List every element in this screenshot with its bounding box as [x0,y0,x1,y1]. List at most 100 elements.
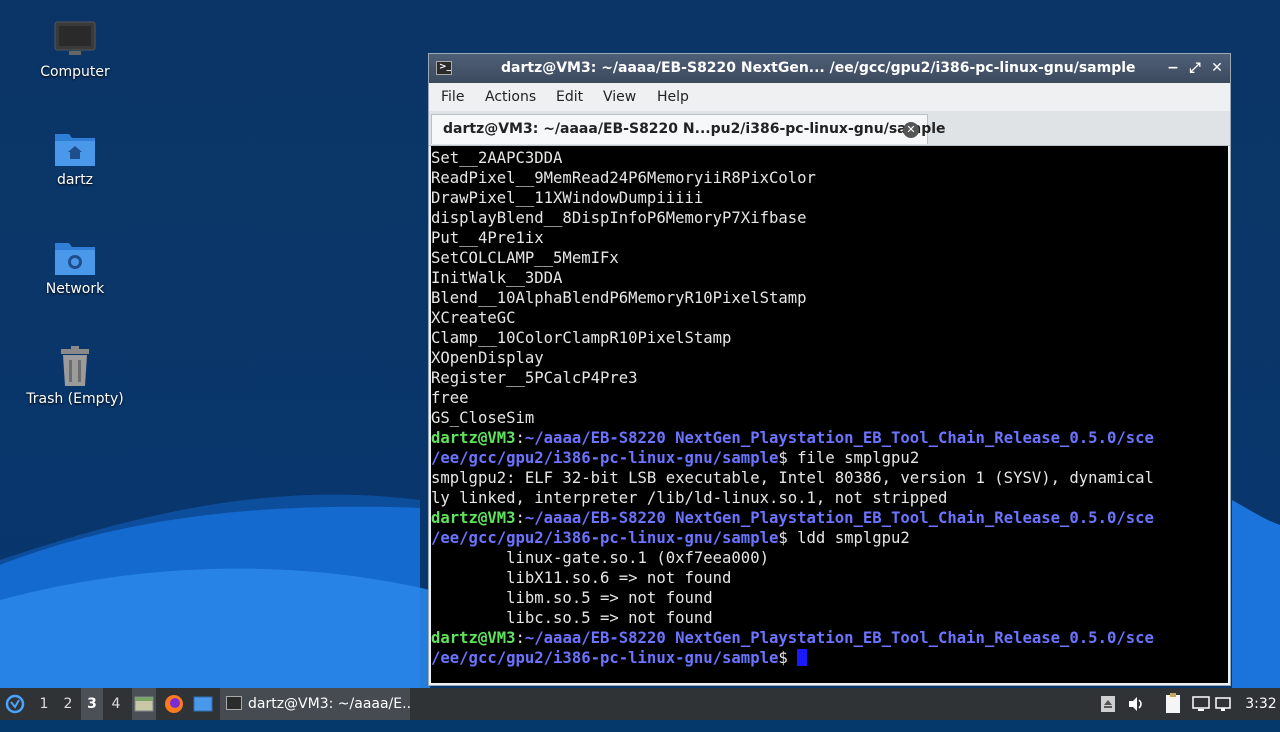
output-line: Blend__10AlphaBlendP6MemoryR10PixelStamp [431,289,807,307]
desktop-icon-label: Trash (Empty) [26,391,124,407]
output-line: linux-gate.so.1 (0xf7eea000) [431,549,769,567]
prompt-line: /ee/gcc/gpu2/i386-pc-linux-gnu/sample$ l… [431,528,1228,548]
terminal-task-icon [226,696,242,710]
taskbar: 1 2 3 4 dartz@VM3: ~/aaaa/E... 3:32 [0,688,1280,720]
clipboard-icon [1166,693,1180,713]
desktop-icon-label: Computer [40,64,110,80]
menu-file[interactable]: File [441,89,464,105]
desktop-icon-computer[interactable]: Computer [15,20,135,80]
prompt-line: dartz@VM3:~/aaaa/EB-S8220 NextGen_Playst… [431,428,1228,448]
start-menu-button[interactable] [4,688,28,720]
app-menu-icon [5,694,25,714]
output-line: libX11.so.6 => not found [431,569,732,587]
workspace-3[interactable]: 3 [81,688,103,720]
output-line: displayBlend__8DispInfoP6MemoryP7Xifbase [431,209,807,227]
prompt-path: ~/aaaa/EB-S8220 NextGen_Playstation_EB_T… [524,429,1154,447]
desktop-launcher[interactable] [191,688,215,720]
maximize-button[interactable]: ⤢ [1185,54,1205,83]
prompt-path: /ee/gcc/gpu2/i386-pc-linux-gnu/sample [431,529,779,547]
clipboard-button[interactable] [1162,688,1184,720]
prompt-dollar: $ [778,449,788,467]
prompt-line: dartz@VM3:~/aaaa/EB-S8220 NextGen_Playst… [431,508,1228,528]
output-line: Set__2AAPC3DDA [431,149,563,167]
terminal-cursor [797,649,808,666]
output-line: libc.so.5 => not found [431,609,713,627]
prompt-user: dartz@VM3 [431,629,516,647]
output-line: free [431,389,469,407]
firefox-icon [165,695,183,713]
prompt-line: /ee/gcc/gpu2/i386-pc-linux-gnu/sample$ [431,648,1228,668]
network-status-icon [1215,697,1231,711]
prompt-user: dartz@VM3 [431,429,516,447]
prompt-path: ~/aaaa/EB-S8220 NextGen_Playstation_EB_T… [524,509,1154,527]
command-text: ldd smplgpu2 [787,529,910,547]
clock[interactable]: 3:32 [1244,688,1278,720]
taskbar-task-terminal[interactable]: dartz@VM3: ~/aaaa/E... [220,688,410,720]
workspace-4[interactable]: 4 [105,688,127,720]
menu-edit[interactable]: Edit [556,89,583,105]
eject-icon [1101,696,1115,712]
menu-bar: File Actions Edit View Help [429,83,1230,111]
output-line: Register__5PCalcP4Pre3 [431,369,638,387]
desktop-icon-trash[interactable]: Trash (Empty) [15,345,135,407]
window-titlebar[interactable]: >_ dartz@VM3: ~/aaaa/EB-S8220 NextGen...… [429,54,1230,83]
output-line: XOpenDisplay [431,349,544,367]
prompt-colon: : [515,629,525,647]
volume-icon [1129,697,1142,711]
show-desktop-icon [193,696,213,712]
desktop-icon-label: Network [45,281,105,297]
screen-button[interactable] [1190,688,1212,720]
tab-label: dartz@VM3: ~/aaaa/EB-S8220 N...pu2/i386-… [443,121,946,137]
output-line: SetCOLCLAMP__5MemIFx [431,249,619,267]
menu-help[interactable]: Help [657,89,689,105]
output-line: Put__4Pre1ix [431,229,544,247]
terminal-tab[interactable]: dartz@VM3: ~/aaaa/EB-S8220 N...pu2/i386-… [431,114,946,144]
prompt-user: dartz@VM3 [431,509,516,527]
home-folder-icon [55,134,95,166]
prompt-line: dartz@VM3:~/aaaa/EB-S8220 NextGen_Playst… [431,628,1228,648]
output-line: GS_CloseSim [431,409,535,427]
network-folder-icon [55,243,95,275]
workspace-1[interactable]: 1 [33,688,55,720]
terminal-window: >_ dartz@VM3: ~/aaaa/EB-S8220 NextGen...… [428,53,1231,686]
output-line: Clamp__10ColorClampR10PixelStamp [431,329,732,347]
prompt-path: ~/aaaa/EB-S8220 NextGen_Playstation_EB_T… [524,629,1154,647]
tab-close-icon[interactable]: ✕ [903,122,919,138]
output-line: InitWalk__3DDA [431,269,563,287]
prompt-colon: : [515,429,525,447]
terminal-app-icon: >_ [436,61,452,75]
output-line: XCreateGC [431,309,516,327]
tab-bar: dartz@VM3: ~/aaaa/EB-S8220 N...pu2/i386-… [429,111,1230,146]
prompt-dollar: $ [778,529,788,547]
prompt-colon: : [515,509,525,527]
file-manager-launcher[interactable] [132,688,156,720]
prompt-dollar: $ [778,649,788,667]
task-label: dartz@VM3: ~/aaaa/E... [248,696,410,712]
prompt-path: /ee/gcc/gpu2/i386-pc-linux-gnu/sample [431,449,779,467]
desktop-icon-label: dartz [56,172,94,188]
volume-button[interactable] [1125,688,1147,720]
prompt-path: /ee/gcc/gpu2/i386-pc-linux-gnu/sample [431,649,779,667]
eject-tray-button[interactable] [1097,688,1119,720]
command-text: file smplgpu2 [787,449,920,467]
firefox-launcher[interactable] [162,688,186,720]
computer-icon [54,21,96,55]
output-line: ReadPixel__9MemRead24P6MemoryiiR8PixColo… [431,169,816,187]
output-line: libm.so.5 => not found [431,589,713,607]
output-line: smplgpu2: ELF 32-bit LSB executable, Int… [431,469,1154,487]
file-manager-icon [134,696,154,712]
output-line: DrawPixel__11XWindowDumpiiiii [431,189,704,207]
window-title: dartz@VM3: ~/aaaa/EB-S8220 NextGen... /e… [501,60,1136,76]
menu-view[interactable]: View [603,89,636,105]
workspace-2[interactable]: 2 [57,688,79,720]
close-button[interactable]: ✕ [1207,54,1227,83]
minimize-button[interactable]: − [1163,54,1183,83]
output-line: ly linked, interpreter /lib/ld-linux.so.… [431,489,948,507]
display-icon [1192,696,1210,711]
desktop-icon-network[interactable]: Network [15,237,135,297]
menu-actions[interactable]: Actions [485,89,536,105]
terminal-output[interactable]: Set__2AAPC3DDA ReadPixel__9MemRead24P6Me… [431,146,1228,683]
desktop-icon-home[interactable]: dartz [15,128,135,188]
network-tray-button[interactable] [1212,688,1234,720]
trash-icon [61,346,89,386]
